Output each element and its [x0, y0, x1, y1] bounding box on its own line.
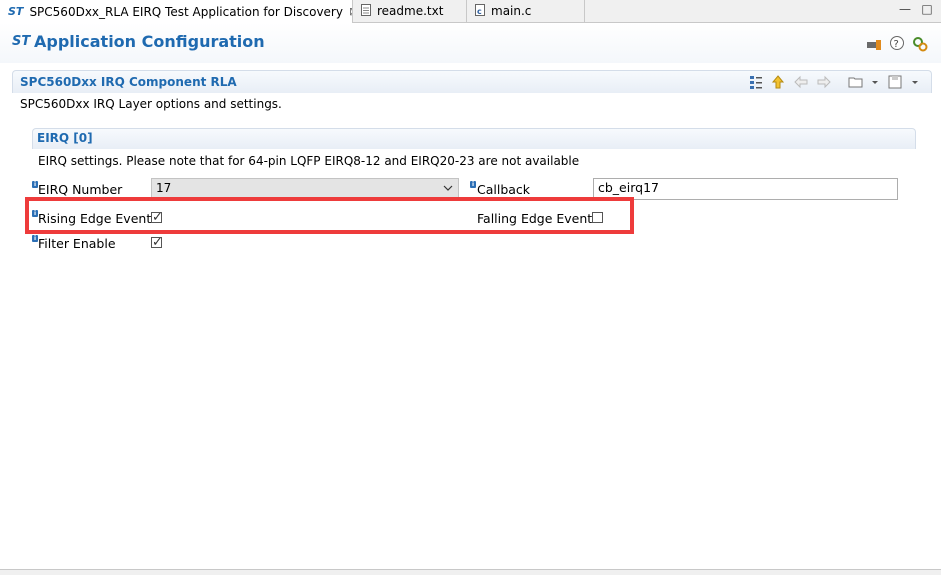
svg-text:?: ? — [894, 39, 899, 50]
tab-main-c[interactable]: c main.c — [467, 0, 585, 22]
eirq-number-value: 17 — [156, 181, 172, 195]
filter-enable-label: Filter Enable — [38, 236, 116, 251]
hammer-icon[interactable] — [866, 37, 882, 51]
filter-enable-checkbox[interactable]: ✓ — [151, 235, 163, 250]
back-arrow-icon[interactable] — [793, 74, 809, 90]
tab-label: SPC560Dxx_RLA EIRQ Test Application for … — [29, 4, 343, 19]
st-logo-icon: ST — [12, 34, 31, 49]
eirq-title: EIRQ [0] — [37, 131, 93, 145]
open-folder-icon[interactable] — [848, 74, 880, 90]
component-description: SPC560Dxx IRQ Layer options and settings… — [20, 97, 282, 111]
tree-icon[interactable] — [748, 74, 764, 90]
eirq-number-label: EIRQ Number — [38, 182, 123, 197]
help-icon[interactable]: ? — [889, 35, 905, 51]
info-icon: i — [470, 181, 476, 188]
component-title: SPC560Dxx IRQ Component RLA — [20, 75, 237, 89]
callback-input[interactable]: cb_eirq17 — [593, 178, 898, 200]
tab-application[interactable]: ST SPC560Dxx_RLA EIRQ Test Application f… — [0, 0, 353, 23]
tab-label: main.c — [491, 4, 532, 18]
up-arrow-icon[interactable] — [770, 74, 786, 90]
svg-text:c: c — [477, 7, 482, 16]
forward-arrow-icon[interactable] — [816, 74, 832, 90]
callback-label: Callback — [477, 182, 531, 197]
settings-icon[interactable] — [911, 35, 929, 53]
bottom-tab-strip — [0, 569, 941, 575]
eirq-section-header — [32, 128, 916, 149]
highlight-box — [25, 197, 634, 234]
minimize-icon[interactable]: — — [898, 2, 912, 16]
eirq-number-select[interactable]: 17 — [151, 178, 459, 198]
tab-readme[interactable]: readme.txt — [353, 0, 467, 22]
page-title: Application Configuration — [34, 32, 265, 51]
st-logo-icon: ST — [8, 5, 24, 18]
text-file-icon — [361, 3, 371, 19]
eirq-description: EIRQ settings. Please note that for 64-p… — [38, 154, 580, 168]
maximize-icon[interactable]: □ — [920, 2, 934, 16]
tab-label: readme.txt — [377, 4, 444, 18]
c-file-icon: c — [475, 3, 485, 19]
save-icon[interactable] — [888, 74, 920, 90]
checkmark-icon: ✓ — [152, 235, 163, 250]
